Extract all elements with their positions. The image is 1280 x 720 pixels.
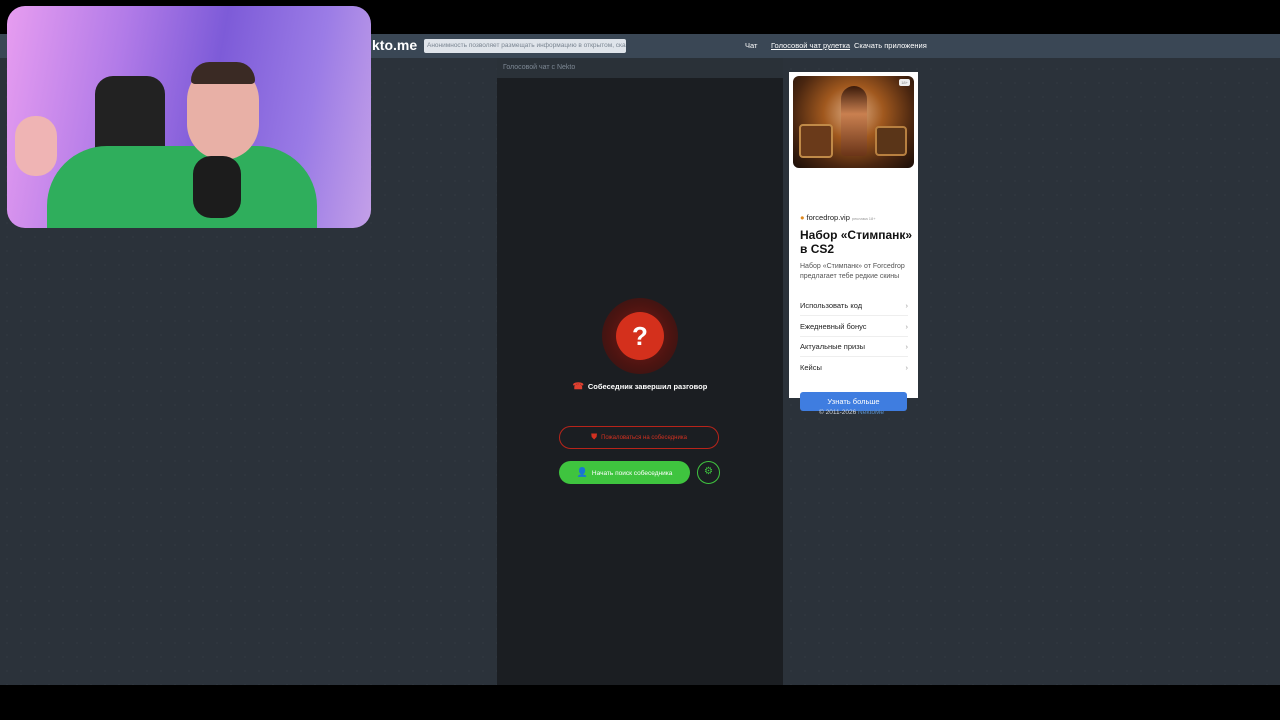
ad-link-label: Использовать код xyxy=(800,301,863,310)
call-status-text: Собеседник завершил разговор xyxy=(587,382,708,391)
ad-title[interactable]: Набор «Стимпанк» в CS2 xyxy=(800,228,915,256)
copyright: © 2011-2026 NektoMe xyxy=(819,409,884,416)
anonymity-notice: Анонимность позволяет размещать информац… xyxy=(424,39,626,53)
copyright-text: © 2011-2026 xyxy=(819,409,857,416)
age-badge: 18+ xyxy=(899,79,910,86)
video-frame: kto.me Анонимность позволяет размещать и… xyxy=(0,0,1280,720)
call-status: ☎ Собеседник завершил разговор xyxy=(497,381,783,392)
chevron-right-icon: › xyxy=(905,363,909,372)
chest-left xyxy=(799,124,833,158)
chevron-right-icon: › xyxy=(905,301,909,310)
start-search-label: Начать поиск собеседника xyxy=(591,470,673,477)
start-search-button[interactable]: 👤 Начать поиск собеседника xyxy=(559,461,690,484)
shield-icon: ⛊ xyxy=(591,432,598,441)
ad-domain[interactable]: ● forcedrop.vip реклама 18+ xyxy=(800,213,876,222)
ad-link-label: Кейсы xyxy=(800,363,822,372)
chevron-right-icon: › xyxy=(905,322,909,331)
ad-link-prizes[interactable]: Актуальные призы › xyxy=(800,337,908,357)
fire-icon: ● xyxy=(800,213,805,222)
ad-domain-sub: реклама 18+ xyxy=(851,216,876,221)
filter-button[interactable]: ⚙ xyxy=(697,461,720,484)
chest-right xyxy=(875,126,907,156)
ad-link-promo-code[interactable]: Использовать код › xyxy=(800,296,908,316)
streamer-hand xyxy=(15,116,57,176)
chevron-right-icon: › xyxy=(905,342,909,351)
nav-voice-roulette[interactable]: Голосовой чат рулетка xyxy=(771,41,850,50)
person-search-icon: 👤 xyxy=(576,467,588,477)
voice-chat-panel: Голосовой чат с Nekto ? ☎ Собеседник заве… xyxy=(497,58,783,685)
nav-download-apps[interactable]: Скачать приложения xyxy=(854,41,927,50)
letterbox-bottom xyxy=(0,685,1280,720)
streamer-webcam-overlay xyxy=(7,6,371,228)
ad-description: Набор «Стимпанк» от Forcedrop предлагает… xyxy=(800,263,905,280)
report-button[interactable]: ⛊ Пожаловаться на собеседника xyxy=(559,426,719,449)
ad-link-daily-bonus[interactable]: Ежедневный бонус › xyxy=(800,317,908,337)
chat-header: Голосовой чат с Nekto xyxy=(497,58,783,78)
ad-image[interactable]: 18+ xyxy=(793,76,914,168)
ad-link-cases[interactable]: Кейсы › xyxy=(800,358,908,378)
microphone xyxy=(193,156,241,218)
status-indicator: ? xyxy=(602,298,678,374)
streamer-body xyxy=(47,146,317,228)
ad-link-label: Актуальные призы xyxy=(800,342,866,351)
phone-hangup-icon: ☎ xyxy=(572,381,584,391)
ad-domain-text: forcedrop.vip xyxy=(806,213,850,222)
site-logo[interactable]: kto.me xyxy=(372,37,417,53)
nav-chat[interactable]: Чат xyxy=(745,41,757,50)
report-button-label: Пожаловаться на собеседника xyxy=(601,435,687,441)
footer-link[interactable]: NektoMe xyxy=(858,409,884,416)
streamer-hair xyxy=(191,62,255,84)
ad-banner[interactable]: 18+ ● forcedrop.vip реклама 18+ Набор «Сти… xyxy=(789,72,918,411)
steampunk-figure xyxy=(841,86,867,156)
question-mark-icon: ? xyxy=(616,312,664,360)
sliders-icon: ⚙ xyxy=(704,466,713,477)
ad-link-label: Ежедневный бонус xyxy=(800,322,867,331)
